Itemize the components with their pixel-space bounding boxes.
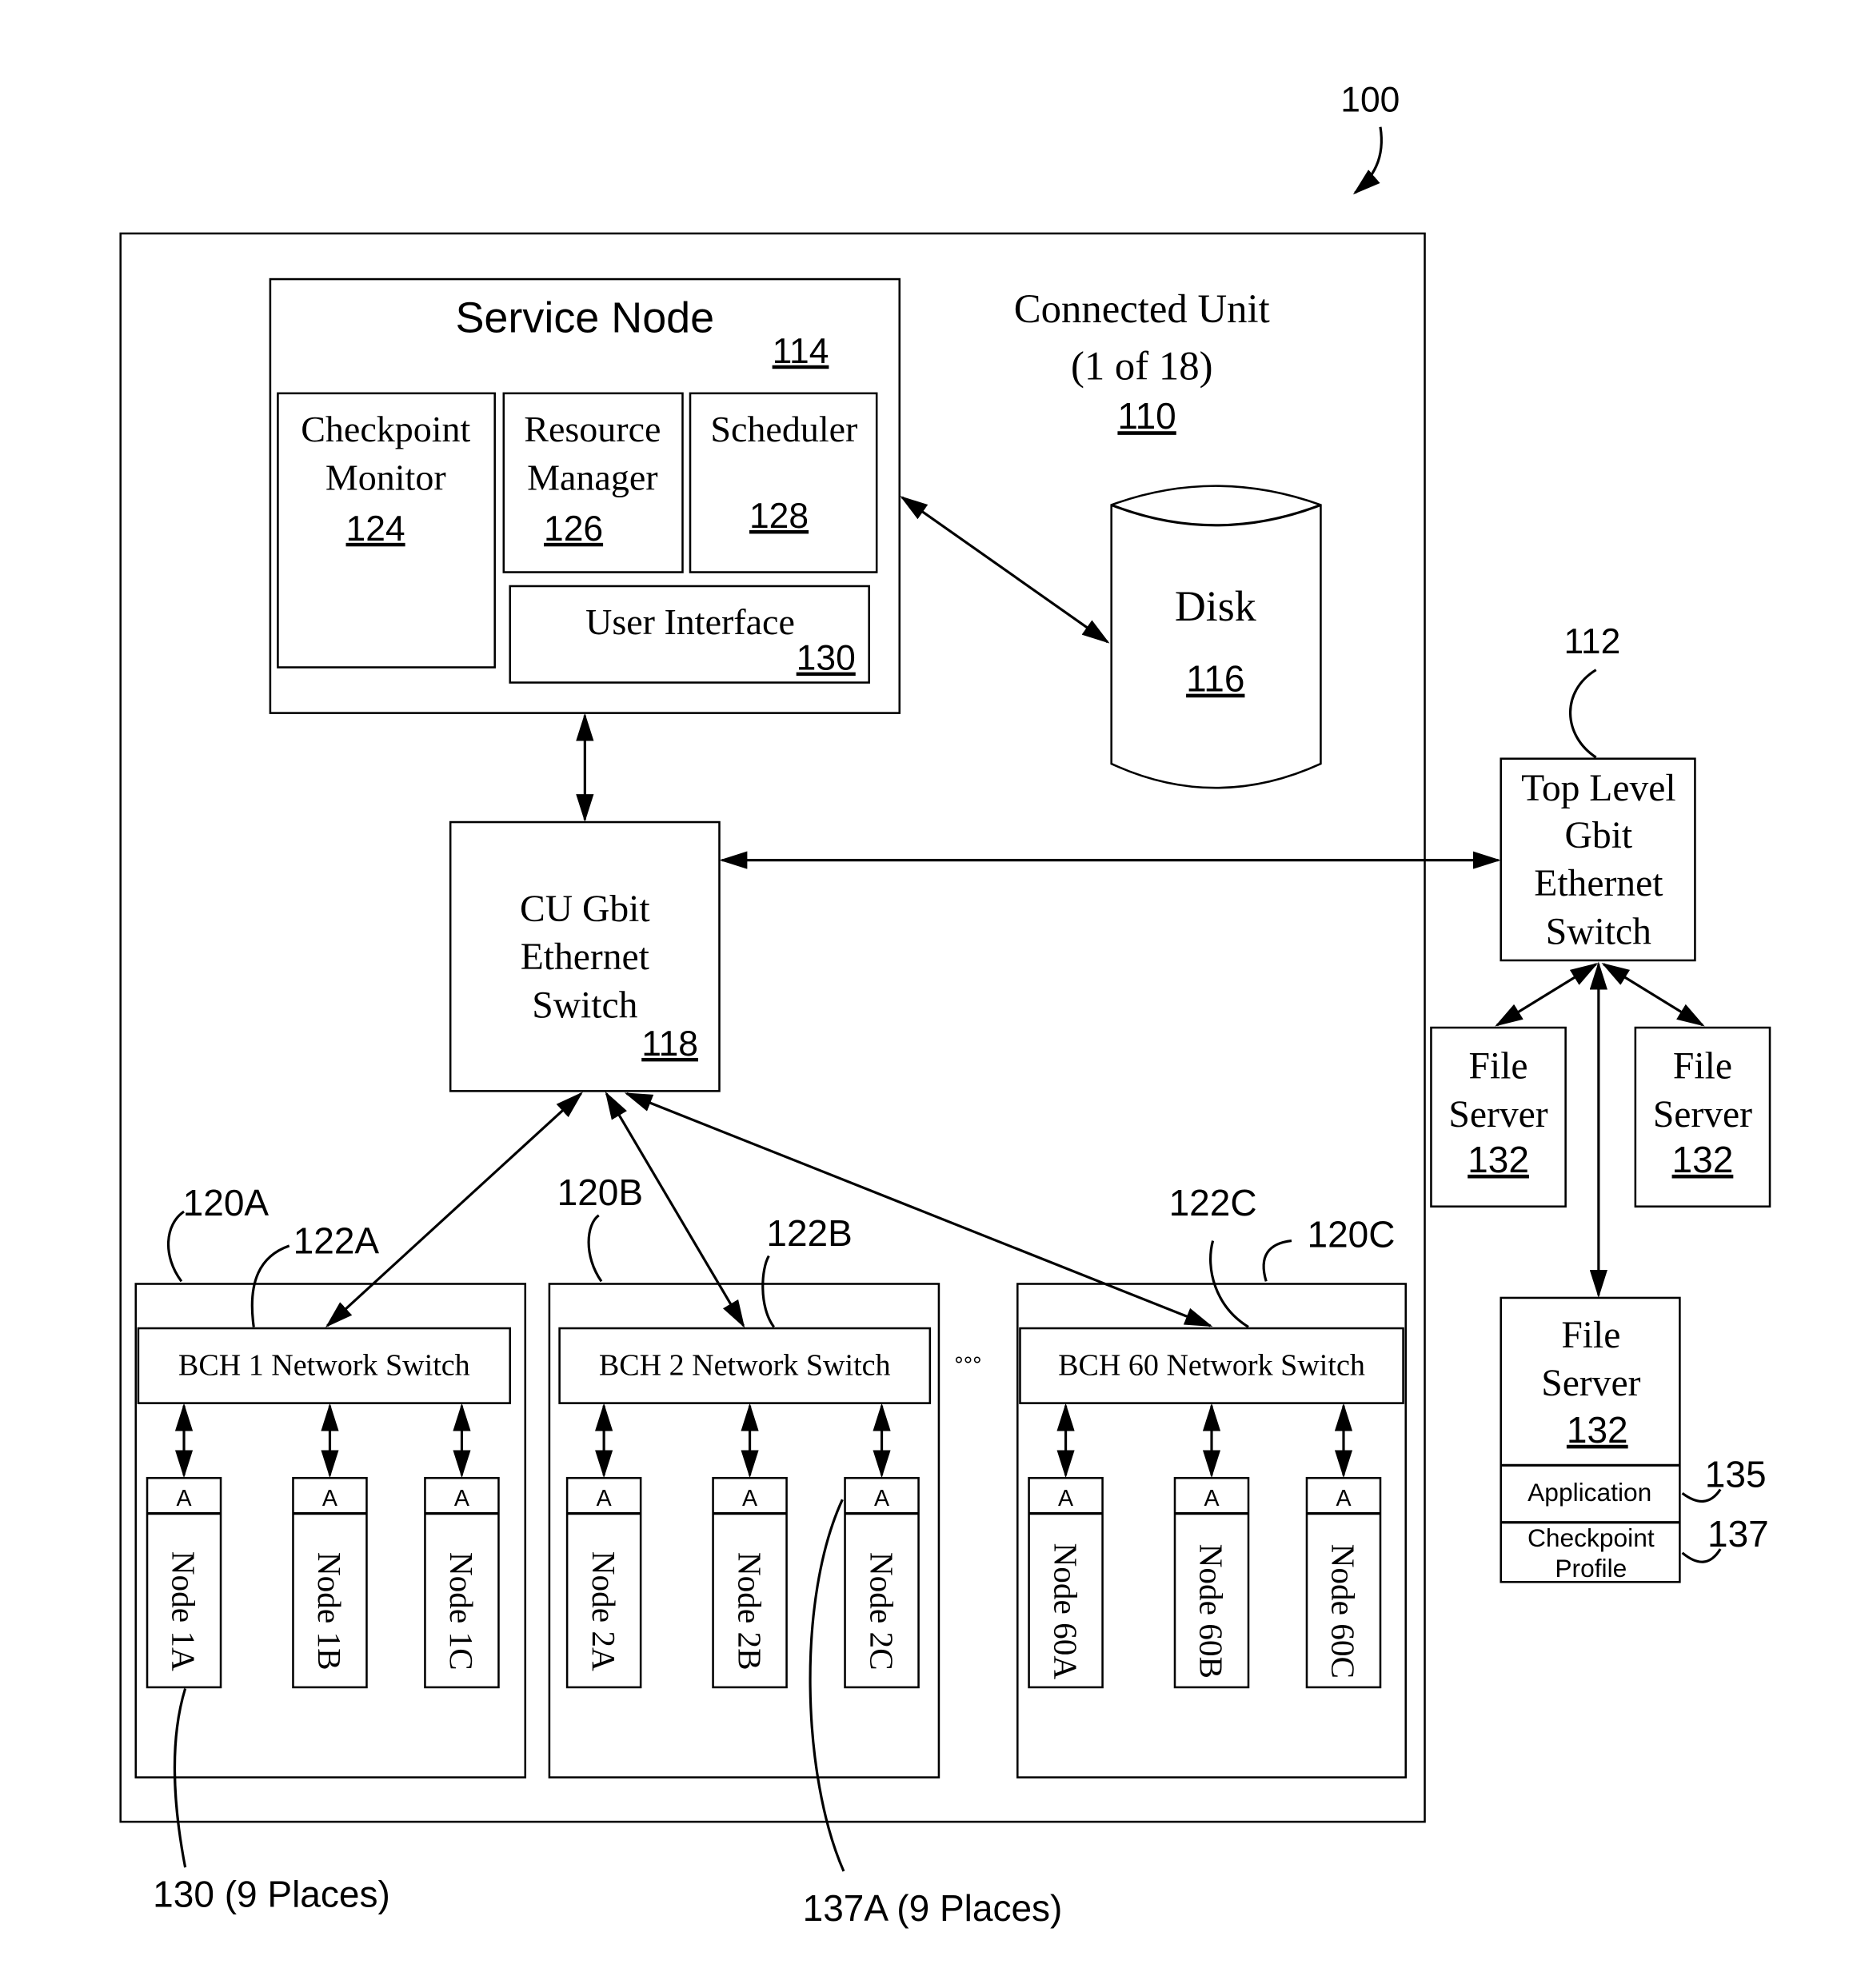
top-switch-ref: 112 bbox=[1564, 622, 1621, 661]
service-node-ref: 114 bbox=[773, 332, 829, 371]
node-label: Node 60C bbox=[1325, 1544, 1362, 1679]
node-agent-label: A bbox=[874, 1486, 889, 1511]
file-server-1-ref: 132 bbox=[1468, 1139, 1529, 1180]
node-label: Node 60A bbox=[1047, 1543, 1084, 1679]
agents-callout: 137A (9 Places) bbox=[803, 1887, 1063, 1929]
bch-group-ref: 120B bbox=[557, 1172, 643, 1213]
cu-switch-ref: 118 bbox=[641, 1024, 698, 1064]
node-label: Node 2A bbox=[585, 1551, 622, 1671]
bch-switch-label: BCH 2 Network Switch bbox=[599, 1349, 891, 1383]
node-agent-label: A bbox=[597, 1486, 612, 1511]
file-server-2-label-1: File bbox=[1673, 1045, 1732, 1087]
file-server-2-label-2: Server bbox=[1653, 1094, 1752, 1136]
checkpoint-monitor-label: Checkpoint bbox=[301, 409, 470, 449]
scheduler-label: Scheduler bbox=[710, 409, 857, 449]
checkpoint-profile-ref: 137 bbox=[1707, 1513, 1769, 1555]
top-switch-label-2: Gbit bbox=[1565, 815, 1633, 856]
checkpoint-profile-label-2: Profile bbox=[1555, 1554, 1627, 1583]
bch-group-ref: 120C bbox=[1308, 1213, 1396, 1255]
top-switch-label-1: Top Level bbox=[1521, 768, 1676, 809]
bch-switch-label: BCH 1 Network Switch bbox=[178, 1349, 470, 1383]
top-switch-label-3: Ethernet bbox=[1534, 863, 1663, 904]
application-ref: 135 bbox=[1705, 1453, 1767, 1495]
cu-switch-label-3: Switch bbox=[532, 984, 637, 1026]
connected-unit-title: Connected Unit bbox=[1014, 286, 1270, 331]
file-server-1-label-1: File bbox=[1469, 1045, 1528, 1087]
file-server-2-ref: 132 bbox=[1672, 1139, 1734, 1180]
resource-manager-ref: 126 bbox=[544, 509, 603, 549]
node-label: Node 2B bbox=[731, 1552, 768, 1671]
node-label: Node 1C bbox=[443, 1552, 480, 1671]
file-server-1-label-2: Server bbox=[1448, 1094, 1548, 1136]
scheduler-ref: 128 bbox=[749, 497, 809, 536]
node-label: Node 1A bbox=[166, 1551, 202, 1671]
service-node-title: Service Node bbox=[455, 294, 714, 342]
disk-ref: 116 bbox=[1186, 658, 1244, 700]
disk-label: Disk bbox=[1175, 582, 1256, 630]
system-diagram: 100 Connected Unit (1 of 18) 110 Service… bbox=[119, 81, 1771, 1929]
top-fs2-link bbox=[1601, 963, 1705, 1027]
node-agent-label: A bbox=[454, 1486, 469, 1511]
node-agent-label: A bbox=[322, 1486, 337, 1511]
bch-ellipsis: °°° bbox=[954, 1353, 981, 1379]
top-switch-ref-leader bbox=[1569, 669, 1597, 759]
connected-unit-subtitle: (1 of 18) bbox=[1071, 343, 1213, 388]
node-label: Node 2C bbox=[863, 1552, 900, 1671]
bch-switch-label: BCH 60 Network Switch bbox=[1058, 1349, 1365, 1383]
nodes-callout: 130 (9 Places) bbox=[153, 1873, 390, 1914]
checkpoint-monitor-label-2: Monitor bbox=[325, 457, 446, 497]
node-agent-label: A bbox=[742, 1486, 757, 1511]
file-server-3-label-1: File bbox=[1561, 1315, 1620, 1356]
checkpoint-monitor-ref: 124 bbox=[346, 509, 405, 549]
cu-switch-label-2: Ethernet bbox=[521, 936, 649, 978]
file-server-3-label-2: Server bbox=[1541, 1363, 1640, 1404]
checkpoint-profile-label-1: Checkpoint bbox=[1528, 1523, 1655, 1552]
figure-ref: 100 bbox=[1340, 81, 1400, 120]
figure-ref-leader bbox=[1352, 126, 1383, 195]
resource-manager-label: Resource bbox=[524, 409, 661, 449]
node-agent-label: A bbox=[1204, 1486, 1219, 1511]
disk-cylinder bbox=[1110, 485, 1322, 789]
node-label: Node 60B bbox=[1193, 1544, 1230, 1679]
connected-unit-ref: 110 bbox=[1117, 395, 1176, 437]
file-server-3-ref: 132 bbox=[1567, 1409, 1628, 1451]
node-agent-label: A bbox=[1058, 1486, 1073, 1511]
bch-switch-ref: 122A bbox=[294, 1220, 380, 1261]
top-switch-label-4: Switch bbox=[1546, 911, 1651, 952]
top-fs1-link bbox=[1495, 963, 1599, 1027]
resource-manager-label-2: Manager bbox=[527, 457, 657, 497]
bch-switch-ref: 122B bbox=[766, 1212, 852, 1254]
bch-group-ref: 120A bbox=[183, 1182, 270, 1224]
node-agent-label: A bbox=[1336, 1486, 1351, 1511]
user-interface-label: User Interface bbox=[585, 601, 795, 642]
bch-switch-ref: 122C bbox=[1169, 1182, 1257, 1224]
node-agent-label: A bbox=[177, 1486, 192, 1511]
application-label: Application bbox=[1528, 1478, 1651, 1507]
cu-switch-label-1: CU Gbit bbox=[520, 888, 650, 930]
user-interface-ref: 130 bbox=[797, 639, 856, 678]
node-label: Node 1B bbox=[311, 1552, 348, 1671]
